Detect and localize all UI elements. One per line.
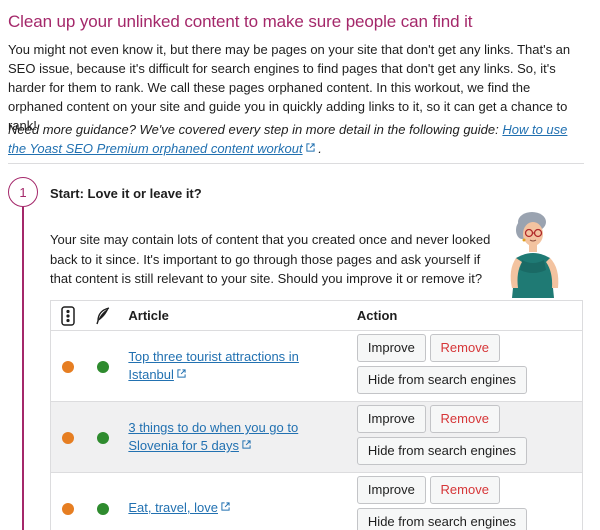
remove-button[interactable]: Remove — [429, 405, 500, 433]
step-description: Your site may contain lots of content th… — [50, 232, 491, 286]
external-link-icon — [177, 369, 186, 378]
article-header: Article — [120, 300, 349, 331]
page-title: Clean up your unlinked content to make s… — [8, 12, 473, 31]
step-number-badge: 1 — [8, 177, 38, 207]
improve-button[interactable]: Improve — [356, 405, 426, 433]
seo-score-header — [50, 300, 86, 331]
external-link-icon — [306, 143, 315, 152]
hide-from-search-engines-button[interactable]: Hide from search engines — [356, 437, 528, 465]
person-illustration — [510, 212, 559, 298]
table-row: 3 things to do when you go to Slovenia f… — [50, 401, 583, 473]
table-header-row: Article Action — [50, 300, 583, 331]
article-link[interactable]: Top three tourist attractions in Istanbu… — [128, 349, 299, 382]
readability-score-dot — [96, 432, 109, 445]
orphaned-content-table: Article Action Top three tourist attract… — [50, 300, 583, 530]
table-row: Eat, travel, love Improve Remove Hide fr… — [51, 473, 583, 530]
external-link-icon — [242, 440, 251, 449]
article-title: Eat, travel, love — [128, 500, 218, 515]
seo-score-dot — [62, 503, 75, 516]
hide-from-search-engines-button[interactable]: Hide from search engines — [356, 366, 528, 394]
external-link-icon — [221, 502, 230, 511]
action-header: Action — [348, 300, 583, 331]
guidance-prefix: Need more guidance? We've covered every … — [8, 122, 503, 137]
improve-button[interactable]: Improve — [356, 476, 426, 504]
hide-from-search-engines-button[interactable]: Hide from search engines — [356, 508, 528, 530]
step-title: Start: Love it or leave it? — [50, 186, 202, 201]
article-link[interactable]: Eat, travel, love — [128, 500, 218, 515]
article-title: 3 things to do when you go to Slovenia f… — [128, 420, 299, 453]
guidance-suffix: . — [314, 141, 322, 156]
improve-button[interactable]: Improve — [356, 334, 426, 362]
seo-score-dot — [62, 361, 75, 374]
seo-score-dot — [62, 432, 75, 445]
step-timeline-line — [22, 207, 24, 530]
remove-button[interactable]: Remove — [429, 476, 500, 504]
table-row: Top three tourist attractions in Istanbu… — [50, 331, 583, 402]
feather-icon — [96, 306, 110, 324]
traffic-light-icon — [61, 305, 75, 326]
guidance-text: Need more guidance? We've covered every … — [8, 120, 588, 158]
article-title: Top three tourist attractions in Istanbu… — [128, 349, 299, 382]
readability-score-header — [85, 300, 121, 331]
article-link[interactable]: 3 things to do when you go to Slovenia f… — [128, 420, 298, 453]
remove-button[interactable]: Remove — [429, 334, 500, 362]
readability-score-dot — [96, 503, 109, 516]
readability-score-dot — [96, 361, 109, 374]
divider — [8, 163, 584, 164]
